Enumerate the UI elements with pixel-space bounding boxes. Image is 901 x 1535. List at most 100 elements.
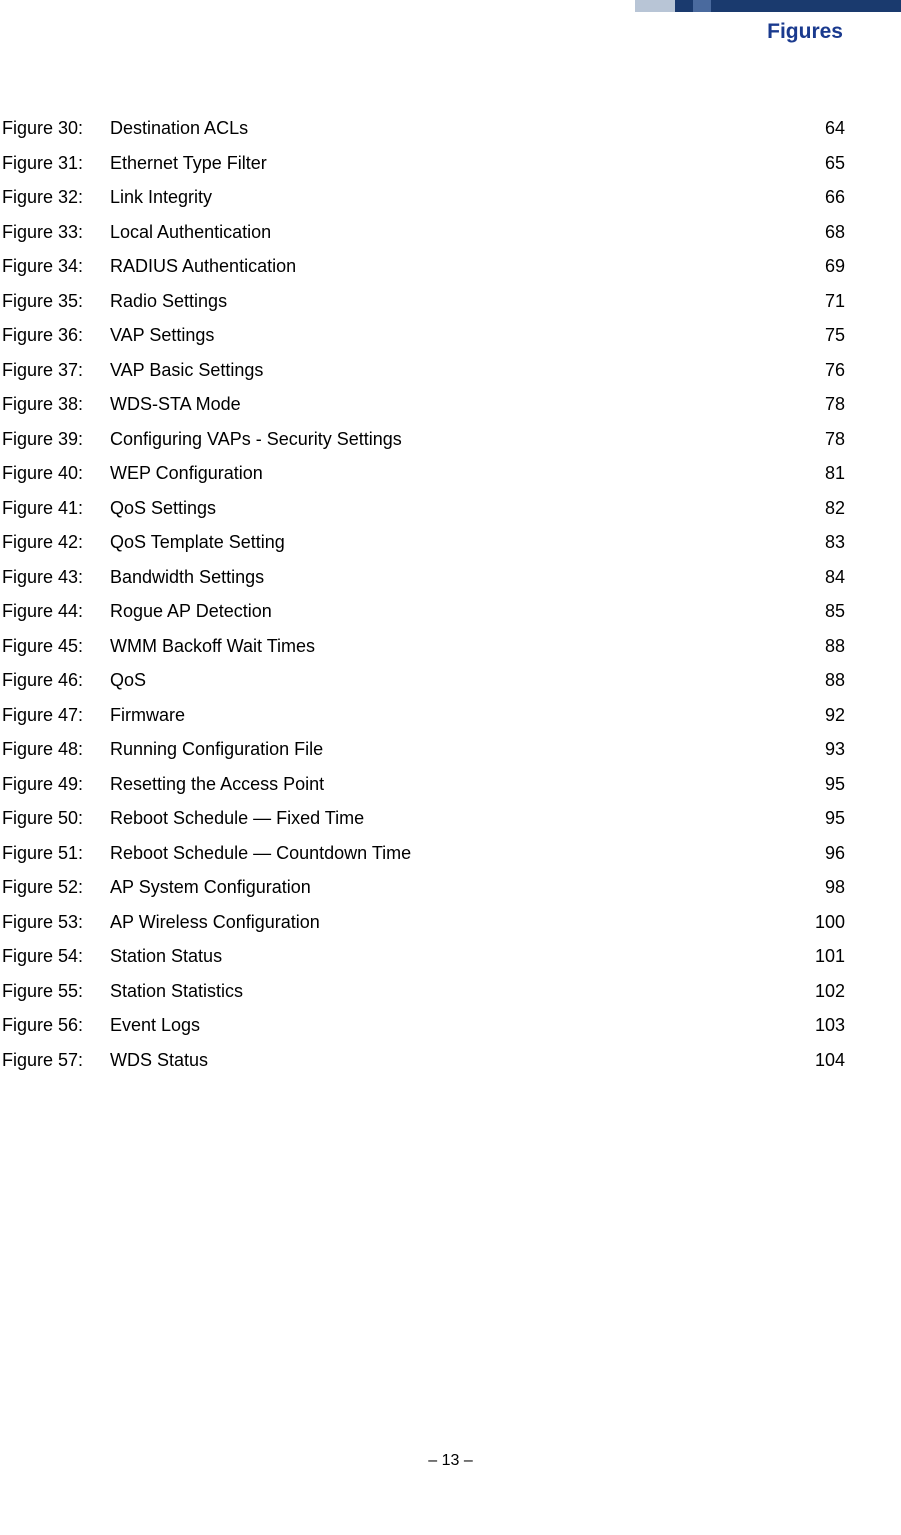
header-decorative-bar: [635, 0, 901, 18]
figure-page-number: 92: [795, 705, 845, 726]
figure-title: QoS Settings: [110, 498, 795, 519]
figure-page-number: 98: [795, 877, 845, 898]
figure-entry[interactable]: Figure 48:Running Configuration File93: [2, 739, 845, 760]
figure-label: Figure 53:: [2, 912, 110, 933]
figure-title: Ethernet Type Filter: [110, 153, 795, 174]
figure-label: Figure 36:: [2, 325, 110, 346]
figure-entry[interactable]: Figure 40:WEP Configuration81: [2, 463, 845, 484]
figure-page-number: 78: [795, 394, 845, 415]
bar-segment: [711, 0, 901, 12]
figure-entry[interactable]: Figure 41:QoS Settings82: [2, 498, 845, 519]
figure-label: Figure 44:: [2, 601, 110, 622]
figure-title: QoS Template Setting: [110, 532, 795, 553]
figure-entry[interactable]: Figure 39:Configuring VAPs - Security Se…: [2, 429, 845, 450]
figure-title: Running Configuration File: [110, 739, 795, 760]
figure-title: Event Logs: [110, 1015, 795, 1036]
figure-title: Link Integrity: [110, 187, 795, 208]
figure-page-number: 84: [795, 567, 845, 588]
figure-entry[interactable]: Figure 56:Event Logs103: [2, 1015, 845, 1036]
figure-label: Figure 38:: [2, 394, 110, 415]
figure-label: Figure 46:: [2, 670, 110, 691]
figure-title: Station Status: [110, 946, 795, 967]
figure-label: Figure 31:: [2, 153, 110, 174]
figure-page-number: 85: [795, 601, 845, 622]
figure-title: Station Statistics: [110, 981, 795, 1002]
figure-entry[interactable]: Figure 50:Reboot Schedule — Fixed Time95: [2, 808, 845, 829]
figure-title: WDS-STA Mode: [110, 394, 795, 415]
figure-entry[interactable]: Figure 57:WDS Status104: [2, 1050, 845, 1071]
figure-page-number: 76: [795, 360, 845, 381]
figure-title: Reboot Schedule — Countdown Time: [110, 843, 795, 864]
figure-entry[interactable]: Figure 52:AP System Configuration98: [2, 877, 845, 898]
figure-entry[interactable]: Figure 42:QoS Template Setting83: [2, 532, 845, 553]
figure-label: Figure 55:: [2, 981, 110, 1002]
figure-page-number: 95: [795, 808, 845, 829]
figure-label: Figure 34:: [2, 256, 110, 277]
figure-entry[interactable]: Figure 55:Station Statistics102: [2, 981, 845, 1002]
figure-entry[interactable]: Figure 51:Reboot Schedule — Countdown Ti…: [2, 843, 845, 864]
figure-page-number: 88: [795, 636, 845, 657]
page-section-title: Figures: [767, 20, 843, 44]
figure-entry[interactable]: Figure 31:Ethernet Type Filter65: [2, 153, 845, 174]
figure-page-number: 81: [795, 463, 845, 484]
figure-entry[interactable]: Figure 34:RADIUS Authentication69: [2, 256, 845, 277]
figure-label: Figure 51:: [2, 843, 110, 864]
figure-entry[interactable]: Figure 35:Radio Settings71: [2, 291, 845, 312]
figure-title: RADIUS Authentication: [110, 256, 795, 277]
figure-title: QoS: [110, 670, 795, 691]
figure-entry[interactable]: Figure 53:AP Wireless Configuration100: [2, 912, 845, 933]
figure-page-number: 103: [795, 1015, 845, 1036]
figure-title: VAP Basic Settings: [110, 360, 795, 381]
figure-label: Figure 48:: [2, 739, 110, 760]
figure-title: Resetting the Access Point: [110, 774, 795, 795]
figure-entry[interactable]: Figure 32:Link Integrity66: [2, 187, 845, 208]
figure-title: Rogue AP Detection: [110, 601, 795, 622]
figure-entry[interactable]: Figure 46:QoS88: [2, 670, 845, 691]
figure-entry[interactable]: Figure 47:Firmware92: [2, 705, 845, 726]
figure-label: Figure 49:: [2, 774, 110, 795]
figure-entry[interactable]: Figure 45:WMM Backoff Wait Times88: [2, 636, 845, 657]
figure-page-number: 102: [795, 981, 845, 1002]
figure-entry[interactable]: Figure 43:Bandwidth Settings84: [2, 567, 845, 588]
figure-label: Figure 30:: [2, 118, 110, 139]
figure-label: Figure 43:: [2, 567, 110, 588]
figure-label: Figure 39:: [2, 429, 110, 450]
figure-label: Figure 50:: [2, 808, 110, 829]
figure-label: Figure 45:: [2, 636, 110, 657]
figure-page-number: 78: [795, 429, 845, 450]
figure-label: Figure 37:: [2, 360, 110, 381]
figure-page-number: 82: [795, 498, 845, 519]
figure-label: Figure 33:: [2, 222, 110, 243]
figure-entry[interactable]: Figure 36:VAP Settings75: [2, 325, 845, 346]
figure-label: Figure 56:: [2, 1015, 110, 1036]
figure-label: Figure 47:: [2, 705, 110, 726]
figure-title: Firmware: [110, 705, 795, 726]
figure-title: Local Authentication: [110, 222, 795, 243]
figure-label: Figure 40:: [2, 463, 110, 484]
figure-page-number: 65: [795, 153, 845, 174]
figure-title: WMM Backoff Wait Times: [110, 636, 795, 657]
figure-title: WDS Status: [110, 1050, 795, 1071]
page-number: – 13 –: [0, 1452, 901, 1470]
figure-title: AP System Configuration: [110, 877, 795, 898]
figure-page-number: 83: [795, 532, 845, 553]
figure-label: Figure 41:: [2, 498, 110, 519]
figure-entry[interactable]: Figure 37:VAP Basic Settings76: [2, 360, 845, 381]
figure-entry[interactable]: Figure 30:Destination ACLs64: [2, 118, 845, 139]
figure-title: VAP Settings: [110, 325, 795, 346]
figure-title: AP Wireless Configuration: [110, 912, 795, 933]
bar-segment: [693, 0, 711, 12]
figure-title: Bandwidth Settings: [110, 567, 795, 588]
figure-title: Reboot Schedule — Fixed Time: [110, 808, 795, 829]
figure-page-number: 101: [795, 946, 845, 967]
figure-entry[interactable]: Figure 38:WDS-STA Mode78: [2, 394, 845, 415]
figure-entry[interactable]: Figure 49:Resetting the Access Point95: [2, 774, 845, 795]
bar-segment: [635, 0, 675, 12]
figure-page-number: 88: [795, 670, 845, 691]
figure-page-number: 100: [795, 912, 845, 933]
figure-entry[interactable]: Figure 33:Local Authentication68: [2, 222, 845, 243]
figure-entry[interactable]: Figure 44:Rogue AP Detection85: [2, 601, 845, 622]
figure-page-number: 96: [795, 843, 845, 864]
figure-entry[interactable]: Figure 54:Station Status101: [2, 946, 845, 967]
figure-page-number: 75: [795, 325, 845, 346]
